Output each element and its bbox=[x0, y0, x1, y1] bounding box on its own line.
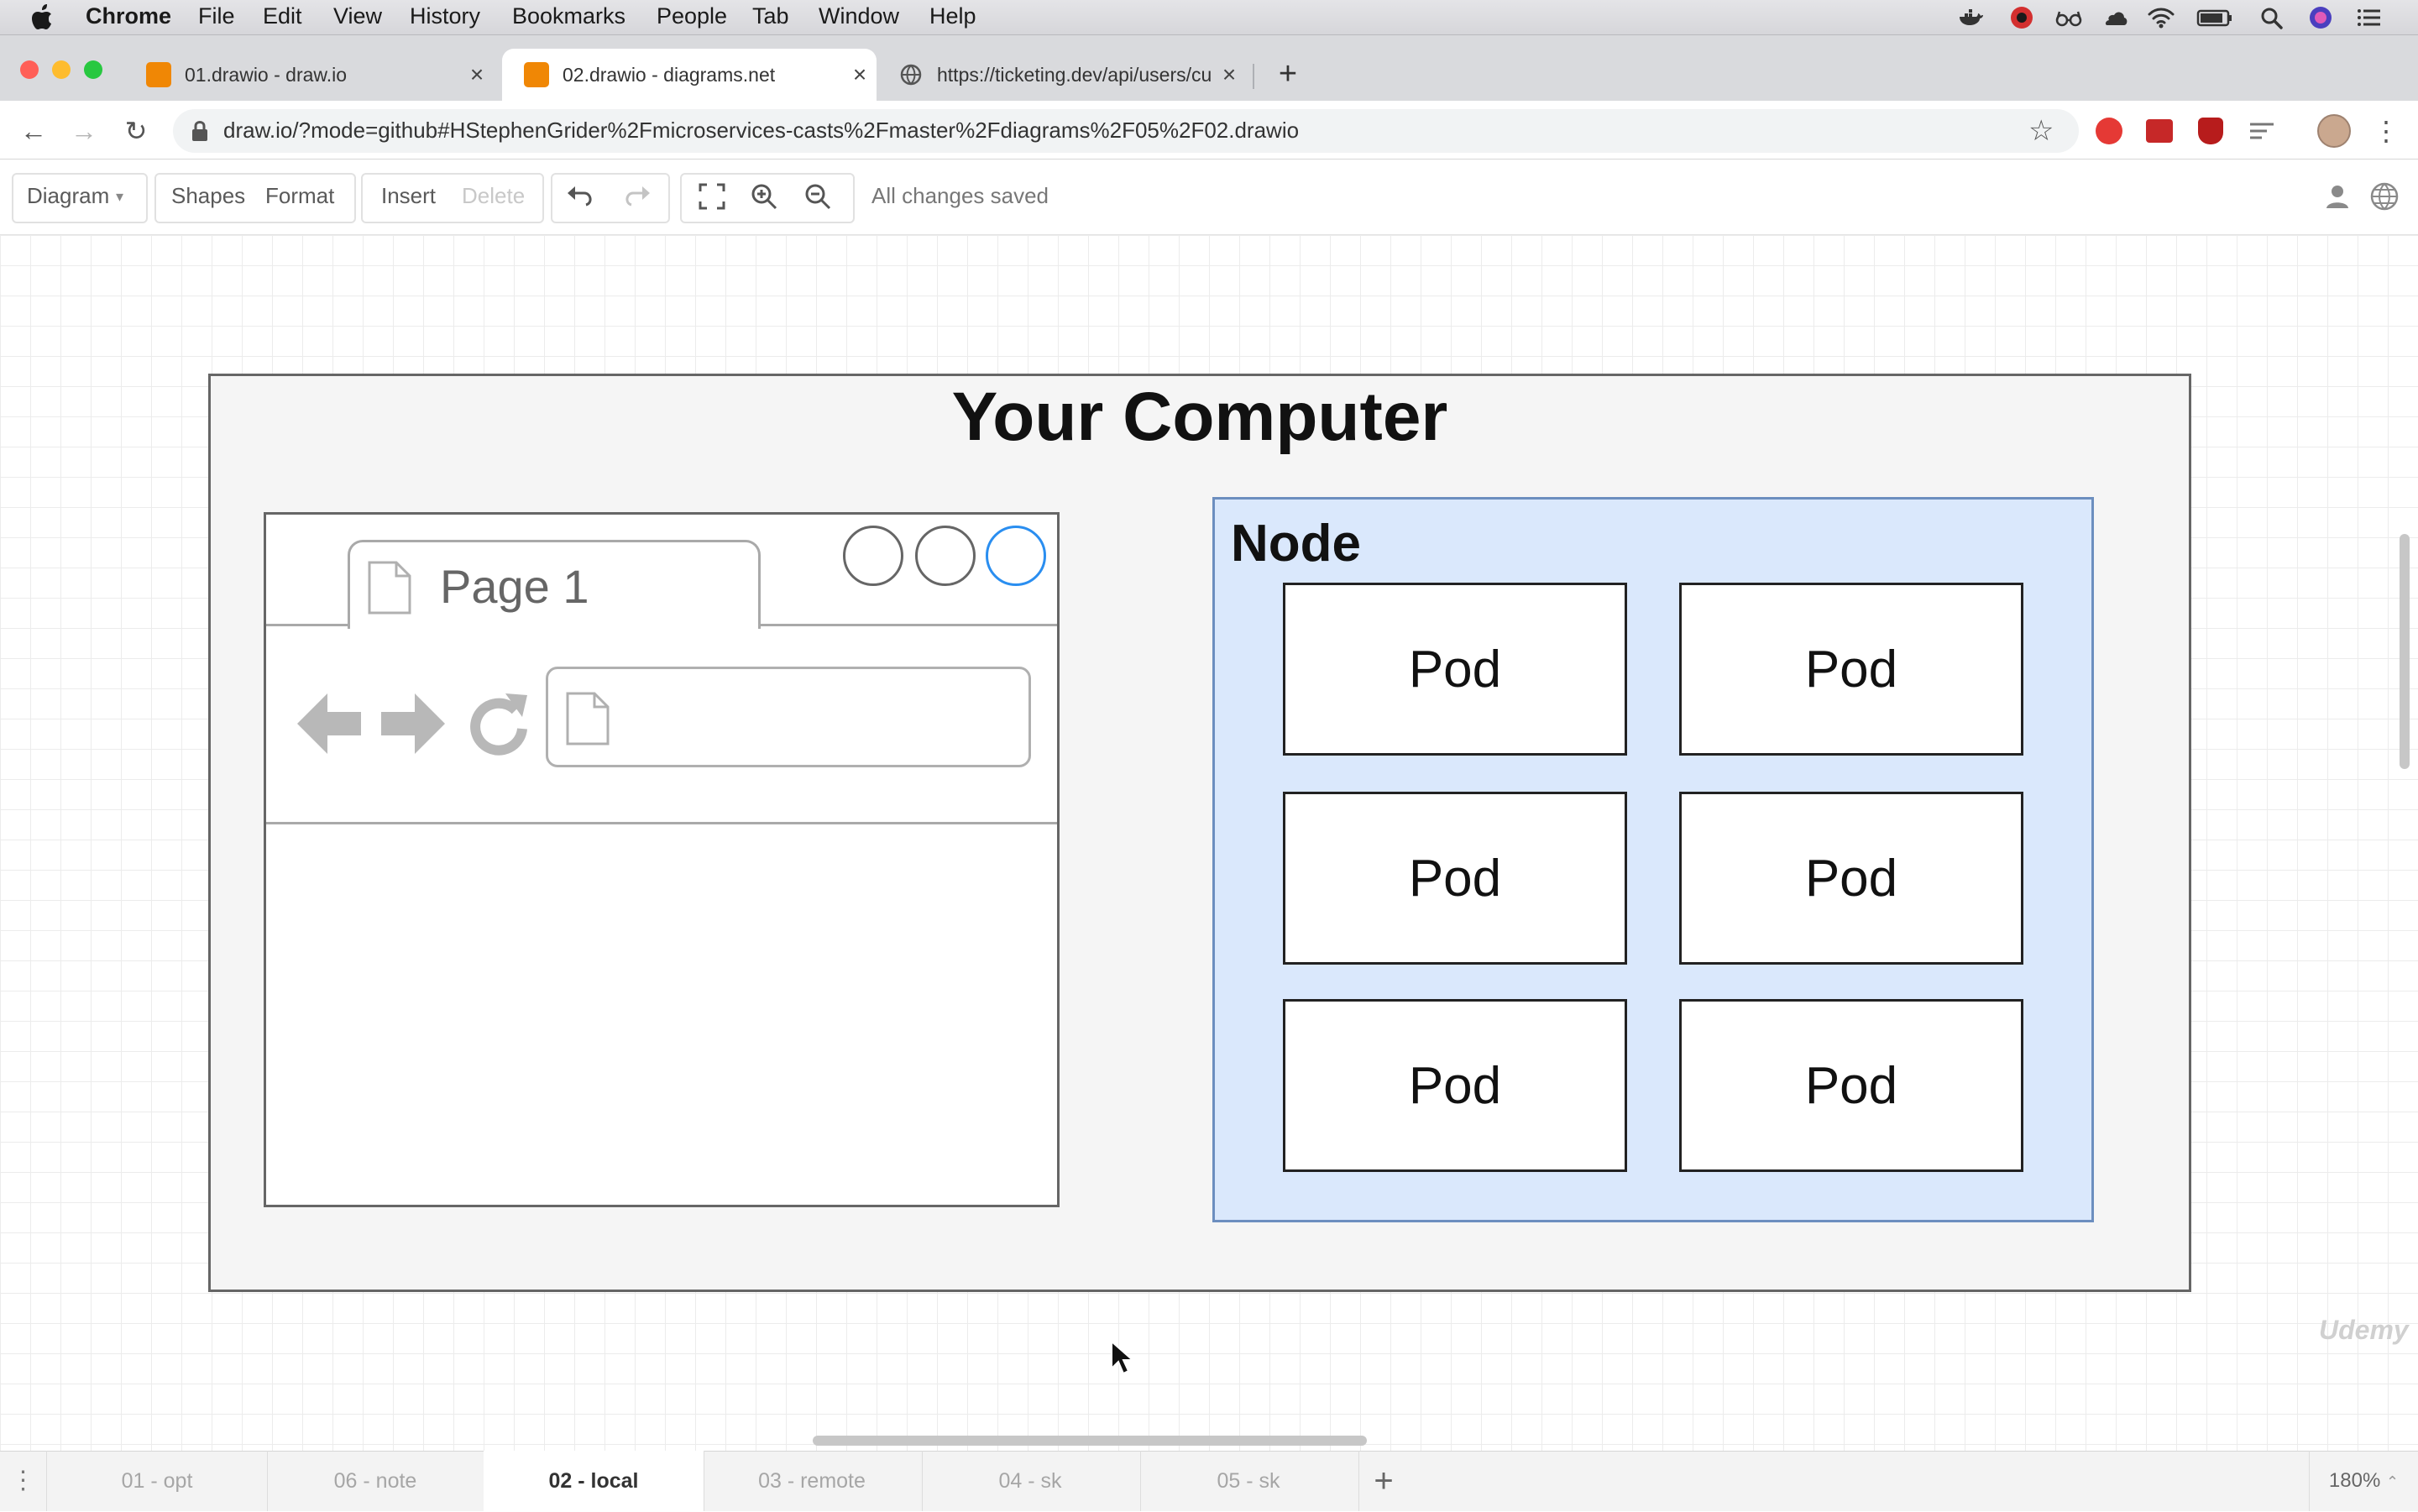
close-icon[interactable]: × bbox=[843, 61, 877, 88]
cloud-status-icon[interactable] bbox=[2102, 5, 2129, 30]
globe-icon bbox=[900, 64, 922, 86]
menu-people[interactable]: People bbox=[657, 3, 727, 29]
menu-window[interactable]: Window bbox=[819, 3, 899, 29]
menu-history[interactable]: History bbox=[410, 3, 480, 29]
back-button[interactable]: ← bbox=[15, 112, 52, 149]
page-tab[interactable]: 04 - sk bbox=[920, 1451, 1141, 1511]
bookmark-star-icon[interactable]: ☆ bbox=[2028, 114, 2054, 148]
profile-avatar[interactable] bbox=[2317, 114, 2351, 148]
close-icon[interactable]: × bbox=[1212, 61, 1246, 88]
menu-bookmarks[interactable]: Bookmarks bbox=[512, 3, 625, 29]
page-tab[interactable]: 05 - sk bbox=[1138, 1451, 1359, 1511]
vertical-scrollbar[interactable] bbox=[2400, 534, 2410, 769]
pod-box[interactable]: Pod bbox=[1283, 583, 1627, 756]
page-tab[interactable]: 01 - opt bbox=[47, 1451, 268, 1511]
window-close-button[interactable] bbox=[20, 60, 39, 79]
zoom-level-display[interactable]: 180% ⌃ bbox=[2309, 1451, 2418, 1511]
spotlight-search-icon[interactable] bbox=[2258, 5, 2285, 30]
mockup-address-field bbox=[546, 667, 1031, 767]
pages-menu-icon[interactable]: ⋮ bbox=[0, 1451, 47, 1511]
new-tab-button[interactable]: + bbox=[1271, 55, 1305, 92]
apple-icon[interactable] bbox=[32, 4, 55, 31]
delete-button[interactable]: Delete bbox=[462, 183, 525, 209]
page-tab-active[interactable]: 02 - local bbox=[484, 1451, 704, 1511]
watermark-logo: Udemy bbox=[2319, 1315, 2409, 1345]
drawio-icon bbox=[146, 62, 171, 87]
chevron-down-icon: ▾ bbox=[116, 188, 124, 205]
shapes-button[interactable]: Shapes bbox=[171, 183, 245, 209]
docker-icon[interactable] bbox=[1958, 5, 1985, 30]
mockup-forward-arrow-icon bbox=[381, 693, 445, 754]
pod-box[interactable]: Pod bbox=[1679, 999, 2023, 1172]
pod-box[interactable]: Pod bbox=[1283, 999, 1627, 1172]
page-tab[interactable]: 03 - remote bbox=[702, 1451, 923, 1511]
omnibox[interactable]: draw.io/?mode=github#HStephenGrider%2Fmi… bbox=[173, 109, 2079, 153]
format-button[interactable]: Format bbox=[265, 183, 334, 209]
wifi-icon[interactable] bbox=[2148, 5, 2175, 30]
zoom-in-icon[interactable] bbox=[749, 181, 779, 212]
menu-app-name[interactable]: Chrome bbox=[86, 3, 171, 29]
menu-help[interactable]: Help bbox=[929, 3, 976, 29]
browser-tab-1[interactable]: 01.drawio - draw.io × bbox=[124, 49, 494, 101]
chevron-up-icon: ⌃ bbox=[2385, 1473, 2400, 1490]
mockup-reload-icon bbox=[470, 693, 527, 756]
glasses-icon[interactable] bbox=[2055, 5, 2082, 30]
lock-icon bbox=[192, 121, 207, 141]
fullscreen-icon[interactable] bbox=[697, 181, 727, 212]
zoom-out-icon[interactable] bbox=[803, 181, 833, 212]
page-tab[interactable]: 06 - note bbox=[265, 1451, 486, 1511]
undo-icon[interactable] bbox=[564, 183, 598, 210]
pod-box[interactable]: Pod bbox=[1283, 792, 1627, 965]
tab-divider bbox=[1253, 64, 1254, 89]
menu-view[interactable]: View bbox=[333, 3, 382, 29]
notification-center-icon[interactable] bbox=[2356, 5, 2383, 30]
siri-icon[interactable] bbox=[2307, 5, 2334, 30]
pod-box[interactable]: Pod bbox=[1679, 792, 2023, 965]
circle-button-icon bbox=[915, 526, 976, 586]
extension-adblock-icon[interactable] bbox=[2096, 118, 2122, 144]
tab-title: 01.drawio - draw.io bbox=[185, 63, 348, 86]
chrome-menu-icon[interactable]: ⋮ bbox=[2373, 114, 2400, 148]
language-globe-icon[interactable] bbox=[2369, 181, 2400, 212]
add-page-button[interactable]: + bbox=[1365, 1451, 1402, 1511]
page-document-icon bbox=[368, 561, 411, 615]
user-icon[interactable] bbox=[2324, 183, 2351, 210]
menu-file[interactable]: File bbox=[198, 3, 235, 29]
circle-button-icon bbox=[843, 526, 903, 586]
redo-icon[interactable] bbox=[620, 183, 653, 210]
tab-title: 02.drawio - diagrams.net bbox=[563, 63, 776, 86]
url-text: draw.io/?mode=github#HStephenGrider%2Fmi… bbox=[223, 118, 1300, 143]
drawio-icon bbox=[524, 62, 549, 87]
battery-icon[interactable] bbox=[2196, 5, 2233, 30]
mouse-cursor-icon bbox=[1111, 1340, 1135, 1375]
extension-icon[interactable] bbox=[2146, 119, 2173, 143]
circle-button-active-icon bbox=[986, 526, 1046, 586]
close-icon[interactable]: × bbox=[460, 61, 494, 88]
menu-edit[interactable]: Edit bbox=[263, 3, 302, 29]
insert-button[interactable]: Insert bbox=[381, 183, 436, 209]
diagram-menu-button[interactable]: Diagram bbox=[27, 183, 109, 209]
extension-list-icon[interactable] bbox=[2248, 119, 2275, 143]
browser-tab-3[interactable]: https://ticketing.dev/api/users/cu × bbox=[877, 49, 1246, 101]
mockup-back-arrow-icon bbox=[297, 693, 361, 754]
app-status-icon[interactable] bbox=[2008, 5, 2035, 30]
page-document-icon bbox=[566, 692, 610, 746]
node-label: Node bbox=[1231, 515, 1361, 573]
extension-shield-icon[interactable] bbox=[2198, 118, 2223, 144]
menu-tab[interactable]: Tab bbox=[752, 3, 789, 29]
horizontal-scrollbar[interactable] bbox=[813, 1436, 1367, 1446]
pod-box[interactable]: Pod bbox=[1679, 583, 2023, 756]
browser-mockup-divider bbox=[266, 822, 1057, 824]
tab-title: https://ticketing.dev/api/users/cu bbox=[937, 63, 1212, 86]
macos-menubar: Chrome File Edit View History Bookmarks … bbox=[0, 0, 2418, 35]
browser-tab-2-active[interactable]: 02.drawio - diagrams.net × bbox=[502, 49, 877, 101]
window-minimize-button[interactable] bbox=[52, 60, 71, 79]
forward-button[interactable]: → bbox=[65, 112, 102, 149]
reload-button[interactable]: ↻ bbox=[118, 112, 154, 149]
window-zoom-button[interactable] bbox=[84, 60, 102, 79]
zoom-value: 180% bbox=[2328, 1469, 2381, 1492]
save-status: All changes saved bbox=[871, 183, 1049, 208]
browser-tab-label: Page 1 bbox=[440, 560, 589, 613]
diagram-title: Your Computer bbox=[951, 379, 1448, 455]
